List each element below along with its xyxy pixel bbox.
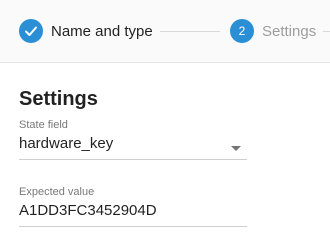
step-number-circle: 2 xyxy=(230,19,254,43)
step-connector xyxy=(323,31,330,32)
expected-value-input[interactable]: A1DD3FC3452904D xyxy=(19,198,247,227)
expected-value-label: Expected value xyxy=(19,186,95,198)
stepper: Name and type 2 Settings xyxy=(0,0,330,63)
step-name-and-type[interactable]: Name and type xyxy=(19,19,153,43)
section-title: Settings xyxy=(19,88,98,110)
step-connector xyxy=(160,31,220,32)
dropdown-arrow-icon[interactable] xyxy=(231,146,241,151)
step-settings[interactable]: 2 Settings xyxy=(230,19,316,43)
step-complete-circle xyxy=(19,19,43,43)
expected-value-field[interactable]: Expected value A1DD3FC3452904D xyxy=(19,186,247,227)
step-label: Name and type xyxy=(51,22,153,40)
state-field-select[interactable]: State field hardware_key xyxy=(19,119,247,160)
state-field-label: State field xyxy=(19,119,68,131)
state-field-value[interactable]: hardware_key xyxy=(19,131,247,160)
check-icon xyxy=(25,26,37,36)
step-label: Settings xyxy=(262,22,317,40)
